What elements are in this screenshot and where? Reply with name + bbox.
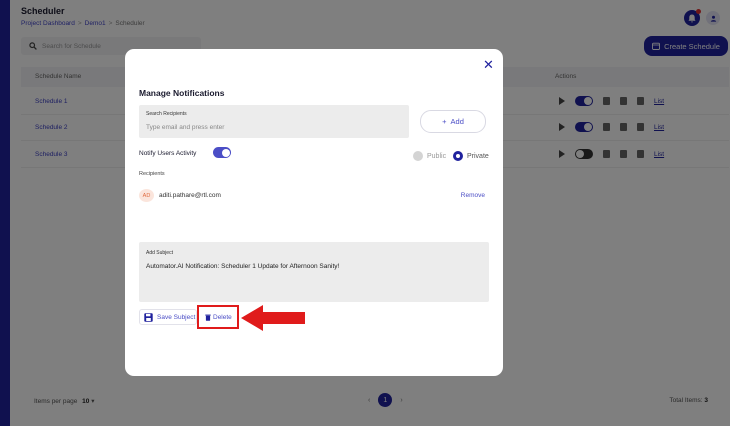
notify-users-toggle[interactable]	[213, 147, 231, 158]
subject-value[interactable]: Automator.AI Notification: Scheduler 1 U…	[146, 263, 339, 270]
add-recipient-button[interactable]: + Add	[420, 110, 486, 133]
notify-users-label: Notify Users Activity	[139, 150, 197, 157]
radio-unchecked-icon	[413, 151, 423, 161]
plus-icon: +	[442, 117, 447, 126]
floppy-disk-icon	[144, 312, 153, 322]
save-subject-button[interactable]: Save Subject	[139, 309, 197, 325]
manage-notifications-modal: ✕ Manage Notifications Search Recipients…	[125, 49, 503, 376]
add-label: Add	[450, 117, 464, 126]
search-recipients-input[interactable]	[146, 122, 401, 133]
subject-label: Add Subject	[146, 250, 173, 256]
visibility-public-radio[interactable]: Public	[413, 151, 446, 161]
remove-recipient-link[interactable]: Remove	[461, 192, 485, 199]
annotation-highlight-box	[197, 305, 239, 329]
visibility-public-label: Public	[427, 152, 447, 160]
radio-checked-icon	[453, 151, 463, 161]
save-subject-label: Save Subject	[157, 313, 196, 321]
recipient-item: AD aditi.pathare@rtl.com Remove	[139, 189, 489, 203]
annotation-arrow-icon	[241, 305, 305, 331]
search-recipients-field[interactable]: Search Recipients	[139, 105, 409, 138]
recipient-email: aditi.pathare@rtl.com	[159, 192, 221, 199]
subject-field[interactable]: Add Subject Automator.AI Notification: S…	[139, 242, 489, 302]
close-icon[interactable]: ✕	[483, 58, 494, 71]
recipients-heading: Recipients	[139, 171, 165, 177]
visibility-private-radio[interactable]: Private	[453, 151, 489, 161]
search-recipients-label: Search Recipients	[146, 111, 187, 117]
avatar: AD	[139, 189, 154, 202]
visibility-private-label: Private	[467, 152, 489, 160]
modal-title: Manage Notifications	[139, 88, 225, 98]
